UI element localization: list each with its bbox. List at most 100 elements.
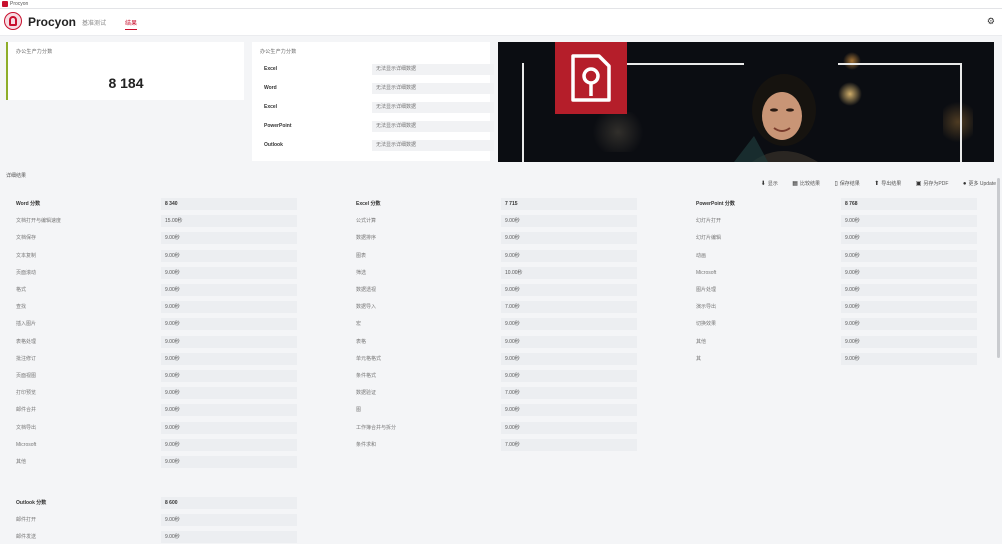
test-value: 9.00秒 bbox=[841, 352, 977, 365]
test-name: 其他 bbox=[16, 459, 27, 465]
test-value: 9.00秒 bbox=[161, 335, 297, 348]
scrollbar[interactable] bbox=[997, 178, 1000, 358]
test-value: 9.00秒 bbox=[161, 249, 297, 262]
test-value: 9.00秒 bbox=[501, 232, 637, 245]
test-value: 7.00秒 bbox=[501, 438, 637, 451]
column-header-value: 8 340 bbox=[161, 198, 297, 210]
test-name: 其他 bbox=[696, 338, 707, 345]
user-icon: ● bbox=[962, 181, 967, 187]
test-name: 邮件打开 bbox=[16, 517, 37, 524]
test-value: 9.00秒 bbox=[841, 318, 977, 331]
sub-score-value: 无法显示详细数据 bbox=[372, 121, 494, 132]
test-value: 9.00秒 bbox=[841, 232, 977, 245]
tab-results[interactable]: 结果 bbox=[125, 18, 138, 30]
test-name: Microsoft bbox=[16, 441, 37, 448]
test-name: 切换效果 bbox=[696, 321, 717, 328]
test-value: 10.00秒 bbox=[501, 266, 637, 279]
test-name: 格式 bbox=[16, 287, 27, 293]
test-name: 文档打开与编辑速度 bbox=[16, 218, 62, 225]
sub-score-name: Outlook bbox=[264, 142, 283, 148]
test-name: 工作簿合并与拆分 bbox=[356, 424, 397, 431]
sub-score-row: Word 无法显示详细数据 bbox=[260, 83, 494, 94]
settings-gear-icon[interactable]: ⚙ bbox=[987, 17, 995, 26]
test-name: 页面视图 bbox=[16, 373, 37, 379]
sub-scores-label: 办公生产力分数 bbox=[260, 49, 297, 55]
test-value: 9.00秒 bbox=[501, 284, 637, 296]
sub-score-row: Outlook 无法显示详细数据 bbox=[260, 140, 494, 151]
test-value: 9.00秒 bbox=[841, 284, 977, 296]
compare-button[interactable]: ▦ 比较结果 bbox=[792, 180, 820, 187]
test-name: 批注修订 bbox=[16, 355, 37, 362]
sub-score-value: 无法显示详细数据 bbox=[372, 140, 494, 151]
test-value: 9.00秒 bbox=[501, 215, 637, 228]
bar-chart-icon: ▦ bbox=[792, 181, 798, 187]
test-name: 数据排序 bbox=[356, 235, 377, 242]
sub-score-name: PowerPoint bbox=[264, 123, 292, 129]
window-title: Procyon bbox=[10, 1, 29, 7]
test-name: 其 bbox=[696, 355, 702, 362]
test-name: 文档保存 bbox=[16, 235, 37, 242]
test-name: 图 bbox=[356, 407, 362, 414]
test-value: 9.00秒 bbox=[161, 531, 297, 544]
column-header-value: 8 600 bbox=[161, 497, 297, 509]
test-name: 幻灯片编辑 bbox=[696, 235, 722, 242]
test-name: Microsoft bbox=[696, 269, 717, 276]
column-header: PowerPoint 分数 bbox=[696, 201, 735, 207]
test-name: 条件求和 bbox=[356, 441, 377, 448]
test-name: 表格 bbox=[356, 338, 367, 345]
test-value: 9.00秒 bbox=[161, 318, 297, 331]
document-icon: ▯ bbox=[834, 181, 838, 187]
more-update-button[interactable]: ● 更多 Update bbox=[963, 180, 996, 187]
test-value: 9.00秒 bbox=[161, 404, 297, 417]
sub-score-row: Excel 无法显示详细数据 bbox=[260, 64, 494, 75]
test-value: 9.00秒 bbox=[161, 266, 297, 279]
download-icon: ⬇ bbox=[760, 181, 766, 187]
tab-benchmarks[interactable]: 基准测试 bbox=[82, 18, 106, 27]
save-pdf-button[interactable]: ▣ 另存为PDF bbox=[916, 180, 949, 187]
test-name: 图表 bbox=[356, 252, 367, 259]
test-value: 9.00秒 bbox=[501, 352, 637, 365]
test-value: 9.00秒 bbox=[501, 370, 637, 382]
test-value: 9.00秒 bbox=[161, 232, 297, 245]
show-button[interactable]: ⬇ 显示 bbox=[761, 180, 778, 187]
test-value: 9.00秒 bbox=[161, 438, 297, 451]
sub-scores-card: 办公生产力分数 Excel 无法显示详细数据 Word 无法显示详细数据 Excel 无法… bbox=[252, 42, 494, 161]
test-value: 9.00秒 bbox=[841, 266, 977, 279]
test-name: 邮件合并 bbox=[16, 407, 37, 414]
column-header: Excel 分数 bbox=[356, 201, 381, 207]
overall-score-card: 办公生产力分数 8 184 bbox=[6, 42, 244, 100]
column-header: Outlook 分数 bbox=[16, 500, 47, 506]
score-label: 办公生产力分数 bbox=[16, 49, 53, 55]
test-value: 9.00秒 bbox=[841, 301, 977, 314]
test-value: 9.00秒 bbox=[161, 352, 297, 365]
test-value: 7.00秒 bbox=[501, 301, 637, 314]
results-toolbar: ⬇ 显示 ▦ 比较结果 ▯ 保存结果 ⬆ 导出结果 ▣ 另存为PDF ● 更多 Update bbox=[751, 172, 996, 190]
test-name: 数据导入 bbox=[356, 304, 377, 311]
test-value: 9.00秒 bbox=[501, 404, 637, 417]
test-name: 动画 bbox=[696, 252, 707, 259]
test-value: 9.00秒 bbox=[161, 514, 297, 527]
test-value: 9.00秒 bbox=[161, 301, 297, 314]
app-icon bbox=[2, 1, 8, 7]
column-header: Word 分数 bbox=[16, 201, 41, 207]
score-value: 8 184 bbox=[108, 75, 144, 91]
test-value: 9.00秒 bbox=[841, 335, 977, 348]
test-value: 9.00秒 bbox=[841, 249, 977, 262]
test-name: 公式计算 bbox=[356, 218, 377, 225]
test-name: 条件格式 bbox=[356, 373, 377, 379]
window-titlebar: Procyon bbox=[0, 0, 1002, 9]
test-name: 页面滚动 bbox=[16, 269, 37, 276]
test-name: 筛选 bbox=[356, 269, 367, 276]
app-header: Procyon 基准测试 结果 ⚙ bbox=[0, 9, 1002, 36]
procyon-logo-icon bbox=[4, 12, 22, 30]
test-name: 文本复制 bbox=[16, 252, 37, 259]
save-results-button[interactable]: ▯ 保存结果 bbox=[834, 180, 859, 187]
sub-score-value: 无法显示详细数据 bbox=[372, 102, 494, 113]
column-header-value: 8 768 bbox=[841, 198, 977, 210]
column-header-value: 7 715 bbox=[501, 198, 637, 210]
test-name: 文档导出 bbox=[16, 424, 37, 431]
upload-icon: ⬆ bbox=[874, 181, 880, 187]
export-results-button[interactable]: ⬆ 导出结果 bbox=[874, 180, 901, 187]
sub-score-row: PowerPoint 无法显示详细数据 bbox=[260, 121, 494, 132]
test-value: 9.00秒 bbox=[161, 370, 297, 382]
